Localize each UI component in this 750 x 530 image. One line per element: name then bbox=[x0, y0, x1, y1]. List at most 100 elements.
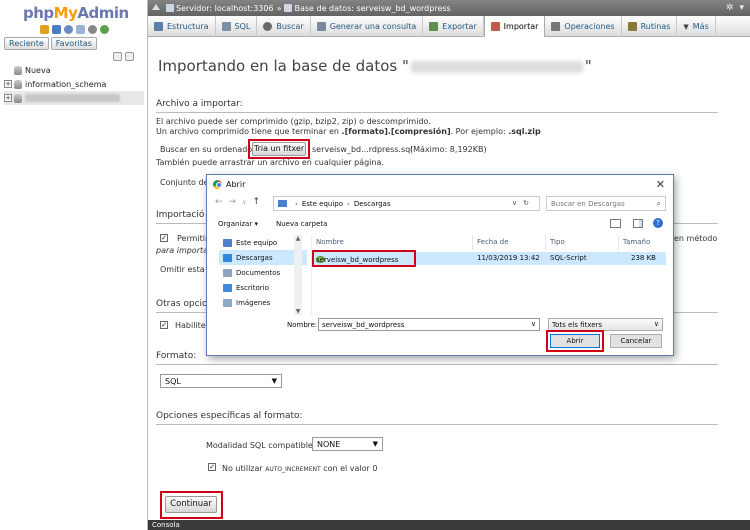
search-input[interactable]: Buscar en Descargas ⌕ bbox=[546, 196, 666, 211]
forward-arrow-icon[interactable]: → bbox=[229, 197, 237, 207]
highlight-box bbox=[546, 330, 604, 352]
tree-item-information-schema[interactable]: + information_schema bbox=[4, 77, 144, 91]
text-part: con el valor 0 bbox=[323, 464, 378, 473]
address-root[interactable]: Este equipo bbox=[302, 200, 343, 208]
navigation-scrollbar[interactable]: ▲ ▼ bbox=[294, 235, 302, 315]
section-archivo-heading: Archivo a importar: bbox=[156, 99, 718, 113]
tab-buscar[interactable]: Buscar bbox=[257, 16, 311, 37]
home-icon[interactable] bbox=[40, 25, 49, 34]
reload-icon[interactable] bbox=[100, 25, 109, 34]
nav-label: Este equipo bbox=[236, 238, 278, 247]
file-name-value: serveisw_bd_wordpress bbox=[322, 321, 405, 329]
structure-icon bbox=[154, 22, 163, 31]
navigation-sidebar: phpMyAdmin Reciente Favoritas Nueva + in… bbox=[0, 0, 148, 530]
up-arrow-icon[interactable]: ↑ bbox=[253, 197, 261, 207]
computer-icon bbox=[278, 200, 287, 207]
address-folder[interactable]: Descargas bbox=[354, 200, 391, 208]
logo-my: My bbox=[53, 4, 78, 22]
cancel-button[interactable]: Cancelar bbox=[610, 334, 662, 348]
tree-item-new[interactable]: Nueva bbox=[4, 63, 144, 77]
redacted-database-name bbox=[410, 60, 583, 73]
tab-rutinas[interactable]: Rutinas bbox=[622, 16, 678, 37]
no-auto-increment-checkbox[interactable]: ✓ bbox=[208, 463, 216, 471]
view-options-icon[interactable] bbox=[610, 219, 621, 228]
phpmyadmin-logo[interactable]: phpMyAdmin bbox=[23, 4, 129, 22]
format-select[interactable]: SQL ▼ bbox=[160, 374, 282, 388]
tab-sql[interactable]: SQL bbox=[216, 16, 258, 37]
download-icon bbox=[223, 253, 232, 262]
column-header-fecha[interactable]: Fecha de modifica... bbox=[473, 235, 546, 261]
organize-button[interactable]: Organizar ▾ bbox=[218, 220, 258, 228]
column-header-nombre[interactable]: Nombre bbox=[312, 235, 473, 250]
tab-mas[interactable]: ▼ Más bbox=[677, 16, 716, 37]
database-icon bbox=[284, 4, 293, 12]
new-folder-button[interactable]: Nueva carpeta bbox=[276, 220, 327, 228]
permit-checkbox[interactable]: ✓ bbox=[160, 234, 168, 242]
link-icon[interactable] bbox=[125, 52, 134, 61]
tree-item-current-database[interactable]: + bbox=[4, 91, 144, 105]
tab-importar[interactable]: Importar bbox=[483, 16, 546, 37]
collapse-all-icon[interactable] bbox=[113, 52, 122, 61]
tab-recent[interactable]: Reciente bbox=[4, 37, 49, 50]
tab-exportar[interactable]: Exportar bbox=[423, 16, 484, 37]
tree-item-label: Nueva bbox=[25, 65, 51, 75]
export-icon bbox=[429, 22, 439, 31]
logo-php: php bbox=[23, 4, 54, 22]
recent-locations-icon[interactable]: ∨ bbox=[242, 199, 246, 206]
logo-admin: Admin bbox=[77, 4, 129, 22]
chevron-down-icon[interactable]: ∨ bbox=[512, 199, 517, 207]
file-type-value: Tots els fitxers bbox=[552, 321, 603, 329]
close-icon[interactable]: ✕ bbox=[656, 178, 665, 191]
column-header-tamano[interactable]: Tamaño bbox=[619, 235, 666, 250]
address-bar[interactable]: › Este equipo › Descargas bbox=[273, 196, 540, 211]
new-database-icon bbox=[14, 65, 22, 75]
help-icon[interactable] bbox=[64, 25, 73, 34]
breadcrumb-database[interactable]: Base de datos: serveisw_bd_wordpress bbox=[294, 4, 450, 13]
address-tools: ∨ ↻ bbox=[512, 199, 529, 207]
gear-icon[interactable]: ✲ bbox=[726, 3, 734, 13]
documentation-icon[interactable] bbox=[76, 25, 85, 34]
console-bar[interactable]: Consola bbox=[148, 520, 750, 530]
scroll-down-icon[interactable]: ▼ bbox=[294, 308, 302, 315]
compression-info: El archivo puede ser comprimido (gzip, b… bbox=[156, 117, 431, 126]
title-prefix: Importando en la base de datos " bbox=[158, 57, 409, 75]
console-label: Consola bbox=[152, 521, 180, 529]
nav-label: Descargas bbox=[236, 253, 273, 262]
tab-generar-consulta[interactable]: Generar una consulta bbox=[311, 16, 424, 37]
expand-icon[interactable]: + bbox=[4, 94, 12, 102]
file-name-input[interactable]: serveisw_bd_wordpress ∨ bbox=[318, 318, 540, 331]
server-icon bbox=[166, 4, 174, 12]
browse-label: Buscar en su ordenador: bbox=[160, 145, 259, 154]
collapse-triangle-icon[interactable] bbox=[152, 4, 160, 10]
maximize-icon[interactable]: ▾ bbox=[739, 3, 744, 13]
text-part: AUTO_INCREMENT bbox=[265, 466, 321, 473]
search-placeholder: Buscar en Descargas bbox=[551, 200, 625, 208]
tab-favorites[interactable]: Favoritas bbox=[50, 37, 97, 50]
search-icon bbox=[263, 22, 273, 31]
habilite-checkbox[interactable]: ✓ bbox=[160, 321, 168, 329]
file-size: 238 KB bbox=[631, 254, 656, 262]
back-arrow-icon[interactable]: ← bbox=[215, 197, 223, 207]
breadcrumb: Servidor: localhost:3306 » Base de datos… bbox=[148, 0, 750, 16]
preview-pane-icon[interactable] bbox=[633, 219, 643, 228]
sql-compat-select[interactable]: NONE ▼ bbox=[312, 437, 383, 451]
tab-operaciones[interactable]: Operaciones bbox=[545, 16, 622, 37]
chrome-icon bbox=[213, 179, 222, 189]
no-auto-increment-label: No utilizar AUTO_INCREMENT con el valor … bbox=[222, 464, 377, 473]
max-size: (Máximo: 8,192KB) bbox=[410, 145, 487, 154]
gear-icon[interactable] bbox=[88, 25, 97, 34]
tab-label: Exportar bbox=[442, 22, 477, 31]
sql-compat-value: NONE bbox=[317, 440, 341, 449]
help-icon[interactable]: ? bbox=[653, 218, 663, 228]
scroll-up-icon[interactable]: ▲ bbox=[294, 235, 302, 242]
nav-label: Documentos bbox=[236, 268, 281, 277]
logout-icon[interactable] bbox=[52, 25, 61, 34]
nav-label: Escritorio bbox=[236, 283, 269, 292]
column-header-tipo[interactable]: Tipo bbox=[546, 235, 619, 250]
breadcrumb-server[interactable]: Servidor: localhost:3306 bbox=[176, 4, 274, 13]
chevron-down-icon[interactable]: ∨ bbox=[531, 320, 536, 328]
breadcrumb-separator: » bbox=[276, 3, 282, 13]
refresh-icon[interactable]: ↻ bbox=[523, 199, 529, 207]
tab-estructura[interactable]: Estructura bbox=[148, 16, 216, 37]
expand-icon[interactable]: + bbox=[4, 80, 12, 88]
